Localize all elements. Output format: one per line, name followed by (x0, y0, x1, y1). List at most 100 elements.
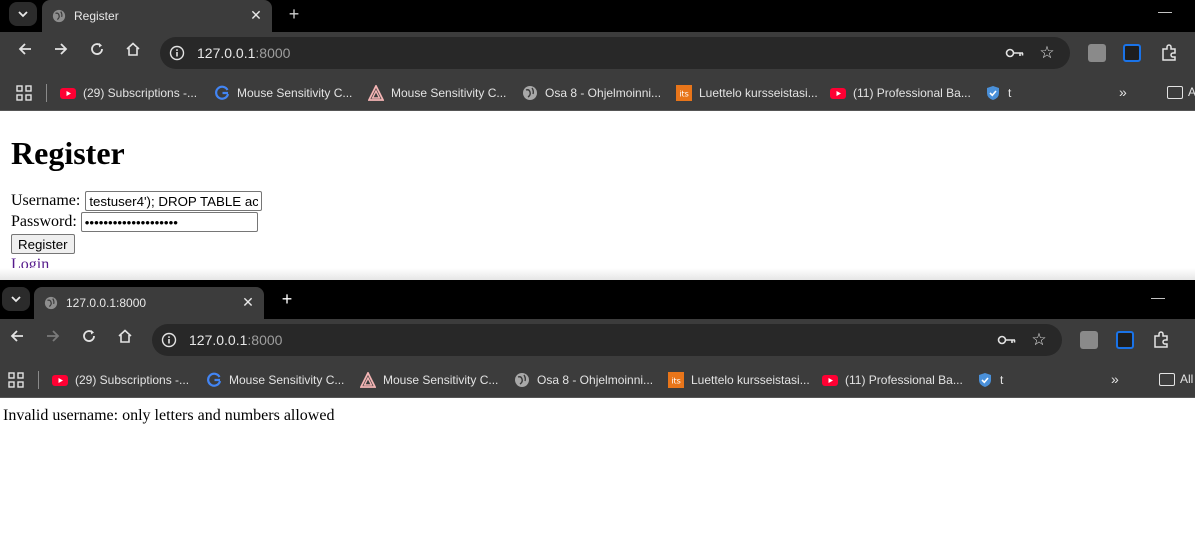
browser-window-result: 127.0.0.1:8000 ✕ + — 127.0.0.1:8000 ☆ (2… (0, 280, 1195, 553)
triangle-logo-icon (368, 85, 384, 101)
forward-arrow-icon (55, 43, 68, 55)
url-text[interactable]: 127.0.0.1:8000 (189, 332, 282, 348)
extensions-puzzle-icon[interactable] (1160, 44, 1178, 62)
bookmark-label: (11) Professional Ba... (845, 373, 963, 387)
home-button[interactable] (121, 41, 145, 65)
password-key-icon[interactable] (1005, 45, 1025, 61)
bookmark-star-icon[interactable]: ☆ (1037, 43, 1057, 63)
youtube-icon (52, 375, 68, 386)
bookmark-label: Mouse Sensitivity C... (229, 373, 345, 387)
tab-title: 127.0.0.1:8000 (66, 296, 147, 310)
forward-arrow-icon (47, 330, 60, 342)
address-bar[interactable]: 127.0.0.1:8000 ☆ (152, 324, 1062, 356)
extension-sih-icon[interactable] (1123, 44, 1141, 62)
bookmark-label: t (1008, 86, 1012, 100)
forward-button[interactable] (49, 41, 73, 65)
globe-icon (523, 86, 537, 100)
back-button[interactable] (13, 41, 37, 65)
apps-grid-icon[interactable] (16, 85, 32, 101)
chevron-down-icon (11, 295, 21, 302)
reload-button[interactable] (85, 41, 109, 65)
bookmark-item[interactable]: Mouse Sensitivity C... (368, 85, 506, 101)
home-icon (126, 42, 140, 56)
tab-search-button[interactable] (9, 2, 37, 26)
password-input[interactable] (80, 212, 258, 232)
bookmark-item[interactable]: (11) Professional Ba... (822, 372, 963, 388)
toolbar: 127.0.0.1:8000 ☆ (0, 319, 1195, 361)
reload-icon (83, 330, 95, 342)
shield-icon (979, 373, 991, 387)
bookmark-item[interactable]: Osa 8 - Ohjelmoinni... (522, 85, 661, 101)
url-text[interactable]: 127.0.0.1:8000 (197, 45, 290, 61)
home-button[interactable] (113, 328, 137, 352)
url-port: :8000 (247, 332, 283, 348)
bookmark-label: t (1000, 373, 1004, 387)
bookmark-item[interactable]: (29) Subscriptions -... (52, 372, 189, 388)
username-input[interactable] (85, 191, 263, 211)
tab-title: Register (74, 9, 119, 23)
password-label: Password: (11, 213, 77, 230)
folder-label: All (1180, 372, 1194, 386)
all-bookmarks-folder[interactable]: All (1159, 372, 1193, 386)
bookmark-label: Osa 8 - Ohjelmoinni... (545, 86, 662, 100)
minimize-button[interactable]: — (1150, 290, 1166, 306)
tab-search-button[interactable] (2, 287, 30, 311)
tab-close-icon[interactable]: ✕ (240, 294, 256, 310)
folder-icon (1159, 372, 1175, 386)
all-bookmarks-folder[interactable]: All (1167, 85, 1195, 99)
new-tab-button[interactable]: + (277, 289, 297, 309)
apps-grid-icon[interactable] (8, 372, 24, 388)
tab-strip: Register ✕ + — (0, 0, 1195, 32)
back-arrow-icon (10, 330, 23, 342)
tab-close-icon[interactable]: ✕ (248, 7, 264, 23)
bookmark-label: Luettelo kursseistasi... (691, 373, 810, 387)
bookmark-item[interactable]: its Luettelo kursseistasi... (668, 372, 810, 388)
extension-k-icon[interactable] (1080, 331, 1098, 349)
site-info-icon[interactable] (161, 332, 177, 348)
youtube-icon (60, 88, 76, 99)
extensions-puzzle-icon[interactable] (1152, 331, 1170, 349)
bookmark-item[interactable]: (11) Professional Ba... (830, 85, 971, 101)
bookmark-item[interactable]: (29) Subscriptions -... (60, 85, 197, 101)
bookmark-label: Luettelo kursseistasi... (699, 86, 818, 100)
bookmark-label: Mouse Sensitivity C... (383, 373, 499, 387)
bookmark-item[interactable]: t (977, 372, 1003, 388)
bookmark-item[interactable]: Mouse Sensitivity C... (360, 372, 498, 388)
youtube-icon (822, 375, 838, 386)
window-bottom-shadow (0, 268, 1195, 280)
bookmark-label: (11) Professional Ba... (853, 86, 971, 100)
bookmarks-separator (46, 84, 47, 102)
extension-k-icon[interactable] (1088, 44, 1106, 62)
its-icon: its (676, 85, 692, 101)
folder-label: All (1188, 85, 1195, 99)
site-info-icon[interactable] (169, 45, 185, 61)
bookmarks-overflow-button[interactable]: » (1119, 84, 1127, 100)
tab-localhost[interactable]: 127.0.0.1:8000 ✕ (34, 287, 264, 319)
forward-button[interactable] (41, 328, 65, 352)
new-tab-button[interactable]: + (284, 4, 304, 24)
its-icon: its (668, 372, 684, 388)
extension-sih-icon[interactable] (1116, 331, 1134, 349)
bookmarks-overflow-button[interactable]: » (1111, 371, 1119, 387)
bookmark-label: (29) Subscriptions -... (75, 373, 190, 387)
bookmark-item[interactable]: its Luettelo kursseistasi... (676, 85, 818, 101)
register-button[interactable]: Register (11, 234, 75, 254)
svg-text:its: its (679, 90, 689, 99)
google-icon (215, 85, 230, 100)
reload-icon (91, 43, 103, 55)
minimize-button[interactable]: — (1157, 4, 1173, 20)
password-key-icon[interactable] (997, 332, 1017, 348)
triangle-logo-icon (360, 372, 376, 388)
browser-window-register: Register ✕ + — 127.0.0.1:8000 ☆ (29) Sub… (0, 0, 1195, 280)
tab-register[interactable]: Register ✕ (42, 0, 272, 32)
bookmark-item[interactable]: Osa 8 - Ohjelmoinni... (514, 372, 653, 388)
bookmark-item[interactable]: Mouse Sensitivity C... (214, 85, 352, 101)
bookmark-star-icon[interactable]: ☆ (1029, 330, 1049, 350)
reload-button[interactable] (77, 328, 101, 352)
bookmark-item[interactable]: t (985, 85, 1011, 101)
bookmark-item[interactable]: Mouse Sensitivity C... (206, 372, 344, 388)
home-icon (118, 329, 132, 343)
globe-icon (515, 373, 529, 387)
back-button[interactable] (5, 328, 29, 352)
address-bar[interactable]: 127.0.0.1:8000 ☆ (160, 37, 1070, 69)
